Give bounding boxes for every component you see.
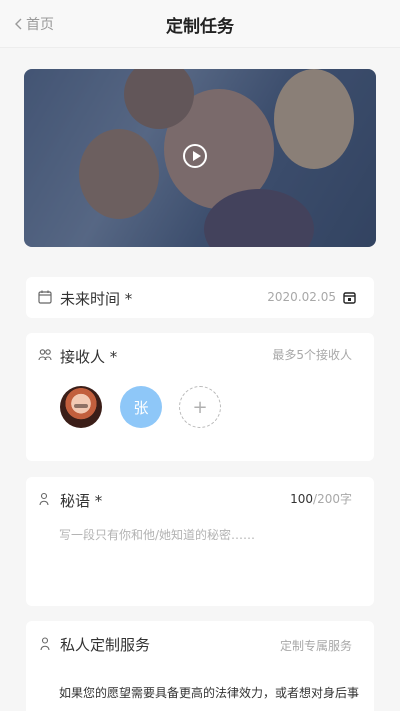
recipient-avatar-photo[interactable] (60, 386, 102, 428)
future-time-value: 2020.02.05 (267, 290, 336, 304)
recipient-avatar-letter[interactable]: 张 (120, 386, 162, 428)
private-service-desc: 如果您的愿望需要具备更高的法律效力，或者想对身后事 (59, 686, 360, 700)
page-title: 定制任务 (166, 17, 234, 37)
private-service-label: 私人定制服务 (60, 636, 151, 654)
header-bar: 首页 定制任务 (0, 0, 400, 48)
future-time-card[interactable]: 未来时间 * 2020.02.05 (26, 277, 374, 318)
secret-label: 秘语 * (60, 492, 103, 510)
private-service-link[interactable]: 定制专属服务 (280, 637, 352, 654)
secret-input[interactable]: 写一段只有你和他/她知道的秘密…… (59, 526, 255, 543)
person-icon (39, 492, 49, 506)
secret-max: /200字 (313, 492, 352, 506)
future-time-label: 未来时间 * (60, 290, 133, 308)
recipients-label: 接收人 * (60, 348, 118, 366)
secret-card: 秘语 * 100/200字 写一段只有你和他/她知道的秘密…… (26, 477, 374, 606)
recipients-hint: 最多5个接收人 (272, 348, 352, 362)
people-icon (38, 349, 52, 361)
person-icon (40, 637, 50, 651)
secret-count: 100 (290, 492, 314, 506)
private-service-card: 私人定制服务 定制专属服务 如果您的愿望需要具备更高的法律效力，或者想对身后事 (26, 621, 374, 711)
play-icon[interactable] (183, 144, 207, 168)
recipients-card: 接收人 * 最多5个接收人 张 + (26, 333, 374, 461)
video-banner[interactable] (24, 69, 376, 247)
secret-counter: 100/200字 (290, 490, 352, 507)
calendar-picker-icon[interactable] (343, 291, 356, 304)
calendar-icon (38, 290, 52, 304)
add-recipient-button[interactable]: + (179, 386, 221, 428)
